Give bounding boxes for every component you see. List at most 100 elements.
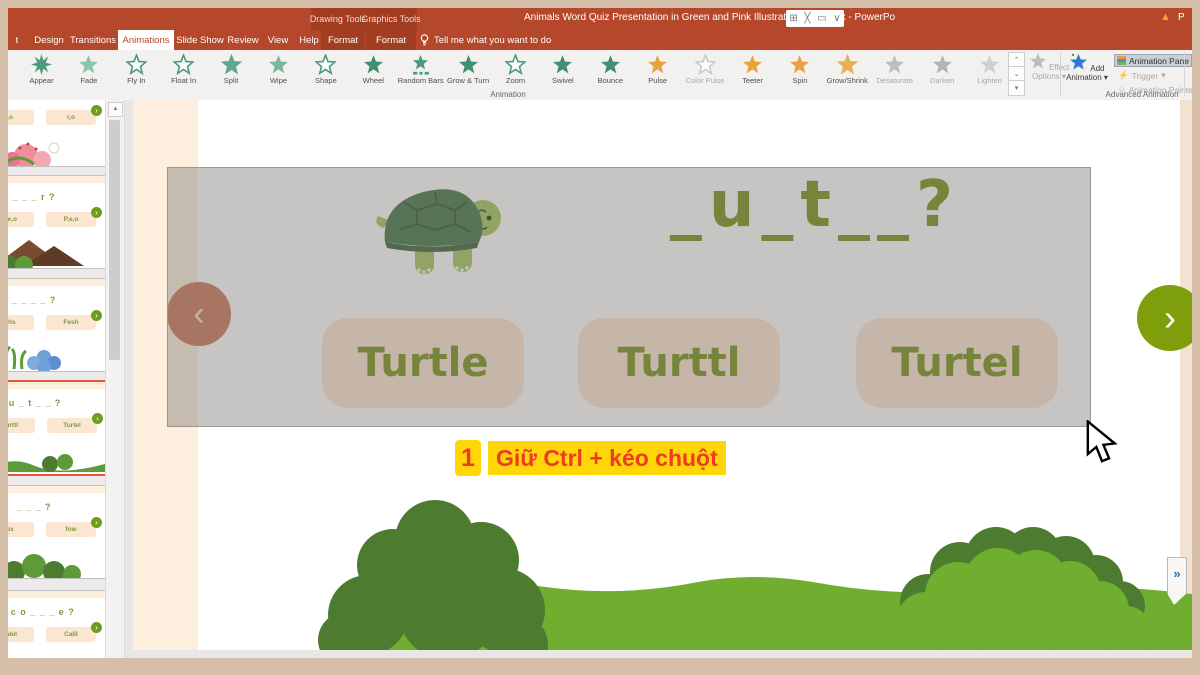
scrollbar-up-arrow[interactable]: ▲ <box>108 102 123 117</box>
star-icon <box>220 54 242 75</box>
animation-shape[interactable]: Shape <box>302 52 349 96</box>
tell-me-label: Tell me what you want to do <box>434 34 552 46</box>
step-number-badge: 1 <box>455 440 481 476</box>
animation-fly-in[interactable]: Fly In <box>113 52 160 96</box>
thumb-option-2: Turtel <box>47 418 97 433</box>
powerpoint-window: Drawing Tools Graphics Tools Animals Wor… <box>8 8 1192 658</box>
animation-label: Wheel <box>362 76 384 85</box>
animation-color-pulse[interactable]: Color Pulse <box>682 52 729 96</box>
thumb-option-2: P,e,o <box>46 212 96 227</box>
thumb-peach-band <box>8 591 105 598</box>
animation-wipe[interactable]: Wipe <box>255 52 302 96</box>
thumb-art-grass <box>8 454 105 472</box>
chevron-down-icon: ∨ <box>833 13 841 24</box>
display-control-icons[interactable]: ⊞ ╳ ▭ ∨ <box>786 10 844 27</box>
animation-label: Color Pulse <box>685 76 725 85</box>
animation-split[interactable]: Split <box>208 52 255 96</box>
animation-teeter[interactable]: Teeter <box>729 52 776 96</box>
thumb-option-2: r,o <box>46 110 96 125</box>
thumb-question: u _ t _ _ ? <box>8 398 62 408</box>
slide-thumbnail-2[interactable]: _ _ _ r ? B,e,o P,e,o› <box>8 175 105 269</box>
animation-label: Darken <box>930 76 955 85</box>
tab-transitions[interactable]: Transitions <box>68 30 118 50</box>
thumb-art-bushes <box>8 554 81 578</box>
tab-slide-show[interactable]: Slide Show <box>176 30 224 50</box>
account-label: P <box>1178 12 1185 23</box>
animation-label: Split <box>223 76 239 85</box>
thumb-next-badge: › <box>91 517 102 528</box>
gallery-more-button[interactable]: ▾ <box>1008 80 1025 96</box>
animation-label: Grow/Shrink <box>826 76 868 85</box>
animation-wheel[interactable]: Wheel <box>350 52 397 96</box>
animation-label: Zoom <box>505 76 526 85</box>
workspace: _ _ _ y ?r,or,o›_ _ _ r ?B,e,oP,e,o›_ _ … <box>8 100 1192 658</box>
thumb-option-2: fow <box>46 522 96 537</box>
thumb-art-pond <box>8 651 105 658</box>
slide-thumbnail-5[interactable]: _ _ _ ? foxfow› <box>8 485 105 579</box>
star-icon <box>269 55 288 74</box>
thumb-question: _ _ _ r ? <box>12 192 56 202</box>
star-icon <box>790 55 810 74</box>
left-bush <box>318 500 548 650</box>
animation-desaturate[interactable]: Desaturate <box>871 52 918 96</box>
tab-help[interactable]: Help <box>294 30 324 50</box>
animation-pulse[interactable]: Pulse <box>634 52 681 96</box>
advanced-animation-group-label: Advanced Animation <box>1105 90 1179 99</box>
thumb-option-1: r,o <box>8 110 34 125</box>
lightning-icon: ⚡ <box>1118 70 1129 80</box>
thumb-art-mountains <box>8 240 84 268</box>
drawing-tools-label: Drawing Tools <box>310 8 366 30</box>
tab-format-0[interactable]: Format <box>321 30 365 50</box>
slide-thumbnail-4[interactable]: u _ t _ _ ? Turttl Turtel› <box>8 380 105 476</box>
animation-bounce[interactable]: Bounce <box>587 52 634 96</box>
thumb-next-badge: › <box>92 413 103 424</box>
selection-overlay[interactable] <box>167 167 1091 427</box>
animation-label: Spin <box>792 76 808 85</box>
tab-view[interactable]: View <box>262 30 294 50</box>
monitor-icon: ▭ <box>817 13 827 24</box>
animation-fade[interactable]: Fade <box>65 52 112 96</box>
tab-t[interactable]: t <box>10 30 24 50</box>
lightbulb-icon <box>420 33 429 45</box>
thumb-question: _ _ _ _ ? <box>11 295 57 305</box>
animation-float-in[interactable]: Float In <box>160 52 207 96</box>
instruction-callout: 1 Giữ Ctrl + kéo chuột <box>455 440 726 476</box>
star-icon <box>125 54 147 75</box>
star-icon <box>458 55 478 74</box>
tab-design[interactable]: Design <box>30 30 68 50</box>
animation-label: Random Bars <box>397 76 444 85</box>
animation-grow-shrink[interactable]: Grow/Shrink <box>824 52 871 96</box>
slide-thumbnail-6[interactable]: r _ c o _ _ _ e ? Cabil Calil› <box>8 590 105 658</box>
animation-appear[interactable]: Appear <box>18 52 65 96</box>
slide-thumbnail-1[interactable]: _ _ _ y ?r,or,o› <box>8 100 105 167</box>
animation-lighten[interactable]: Lighten <box>966 52 1013 96</box>
thumb-option-2: Fesh <box>46 315 96 330</box>
animation-pane-button[interactable]: Animation Pane <box>1114 54 1192 67</box>
tab-animations[interactable]: Animations <box>118 30 174 50</box>
thumb-option-1: Turttl <box>8 418 35 433</box>
thumb-peach-band <box>8 279 105 286</box>
animation-label: Bounce <box>597 76 624 85</box>
tab-format-1[interactable]: Format <box>366 30 416 50</box>
star-icon <box>980 55 999 74</box>
thumb-next-badge: › <box>91 622 102 633</box>
tell-me-box[interactable]: Tell me what you want to do <box>420 30 551 50</box>
star-icon <box>31 54 52 75</box>
scrollbar-thumb[interactable] <box>109 120 120 360</box>
animation-spin[interactable]: Spin <box>776 52 823 96</box>
slide-thumbnail-3[interactable]: _ _ _ _ ? Fihs Fesh› <box>8 278 105 372</box>
thumb-next-badge: › <box>91 207 102 218</box>
thumb-option-1: fox <box>8 522 34 537</box>
animation-darken[interactable]: Darken <box>919 52 966 96</box>
star-icon <box>173 54 195 75</box>
tab-review[interactable]: Review <box>224 30 262 50</box>
animation-label: Grow & Turn <box>447 76 490 85</box>
thumbnail-scrollbar[interactable]: ▲ <box>105 100 125 658</box>
resize-arrows-icon: ╳ <box>804 13 811 24</box>
grid-icon: ⊞ <box>789 13 798 24</box>
star-icon <box>79 55 99 74</box>
star-icon <box>505 54 526 75</box>
trigger-button[interactable]: ⚡ Trigger ▾ <box>1118 69 1165 82</box>
star-icon <box>743 55 762 74</box>
warning-triangle-icon[interactable]: ▲ <box>1160 11 1171 23</box>
